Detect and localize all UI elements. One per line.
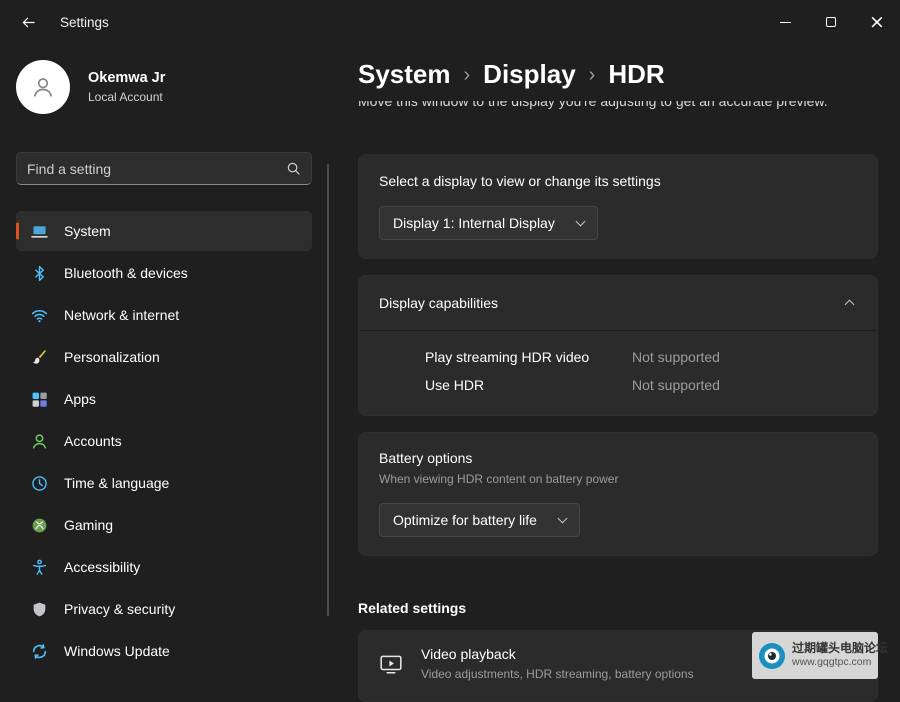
xbox-icon	[31, 517, 48, 534]
watermark-line1: 过期罐头电脑论坛	[792, 641, 888, 656]
bluetooth-icon	[31, 265, 48, 282]
shield-icon	[31, 601, 48, 618]
sidebar-item-accounts[interactable]: Accounts	[16, 421, 312, 461]
back-button[interactable]	[8, 5, 48, 39]
window-title: Settings	[60, 15, 109, 30]
sidebar-scrollbar[interactable]	[327, 164, 329, 616]
battery-options-title: Battery options	[379, 450, 857, 466]
sidebar-item-label: Accessibility	[64, 559, 140, 575]
sidebar-item-accessibility[interactable]: Accessibility	[16, 547, 312, 587]
display-capabilities-title: Display capabilities	[379, 295, 498, 311]
battery-options-card: Battery options When viewing HDR content…	[358, 432, 878, 556]
chevron-up-icon	[845, 300, 855, 310]
clock-icon	[31, 475, 48, 492]
display-capabilities-card: Display capabilities Play streaming HDR …	[358, 275, 878, 416]
sidebar: Okemwa Jr Local Account System Bluetooth…	[0, 44, 330, 694]
search-box	[16, 152, 312, 185]
sidebar-item-label: Gaming	[64, 517, 113, 533]
update-arrows-icon	[31, 643, 48, 660]
brush-icon	[31, 349, 48, 366]
battery-options-subtitle: When viewing HDR content on battery powe…	[379, 472, 857, 486]
sidebar-item-windows-update[interactable]: Windows Update	[16, 631, 312, 671]
sidebar-item-gaming[interactable]: Gaming	[16, 505, 312, 545]
display-select-card: Select a display to view or change its s…	[358, 154, 878, 259]
sidebar-item-label: Privacy & security	[64, 601, 175, 617]
capability-row: Use HDR Not supported	[379, 371, 857, 399]
maximize-button[interactable]	[808, 0, 854, 44]
capability-value: Not supported	[632, 343, 720, 371]
capability-label: Play streaming HDR video	[425, 343, 632, 371]
video-playback-icon	[379, 652, 403, 676]
close-button[interactable]: ×	[854, 0, 900, 44]
back-arrow-icon	[21, 15, 36, 30]
sidebar-item-label: Accounts	[64, 433, 122, 449]
breadcrumb-display[interactable]: Display	[483, 59, 576, 89]
video-playback-title: Video playback	[421, 646, 694, 662]
sidebar-item-time-language[interactable]: Time & language	[16, 463, 312, 503]
sidebar-item-label: Personalization	[64, 349, 160, 365]
user-profile: Okemwa Jr Local Account	[16, 60, 330, 114]
user-name: Okemwa Jr	[88, 70, 165, 86]
sidebar-item-personalization[interactable]: Personalization	[16, 337, 312, 377]
display-select-dropdown[interactable]: Display 1: Internal Display	[379, 206, 598, 240]
maximize-icon	[826, 17, 836, 27]
breadcrumb-separator: ›	[464, 58, 471, 90]
minimize-button[interactable]	[762, 0, 808, 44]
breadcrumb-separator: ›	[589, 58, 596, 90]
watermark-line2: www.gqgtpc.com	[792, 656, 888, 669]
related-settings-heading: Related settings	[358, 600, 878, 616]
search-input[interactable]	[27, 161, 286, 177]
sidebar-item-label: System	[64, 223, 111, 239]
sidebar-item-network-internet[interactable]: Network & internet	[16, 295, 312, 335]
sidebar-item-label: Time & language	[64, 475, 169, 491]
watermark: 过期罐头电脑论坛 www.gqgtpc.com	[752, 632, 878, 679]
display-select-label: Select a display to view or change its s…	[379, 173, 857, 189]
preview-note-clipped: Move this window to the display you're a…	[358, 101, 878, 141]
breadcrumb-current-hdr: HDR	[608, 59, 664, 89]
sidebar-item-privacy-security[interactable]: Privacy & security	[16, 589, 312, 629]
display-capabilities-header[interactable]: Display capabilities	[359, 276, 877, 330]
system-icon	[31, 223, 48, 240]
breadcrumb-system[interactable]: System	[358, 59, 451, 89]
accessibility-person-icon	[31, 559, 48, 576]
watermark-text: 过期罐头电脑论坛 www.gqgtpc.com	[792, 641, 888, 669]
person-icon	[31, 433, 48, 450]
apps-grid-icon	[31, 391, 48, 408]
sidebar-item-label: Apps	[64, 391, 96, 407]
chevron-down-icon	[557, 514, 567, 524]
sidebar-item-label: Bluetooth & devices	[64, 265, 188, 281]
sidebar-item-apps[interactable]: Apps	[16, 379, 312, 419]
minimize-icon	[780, 22, 791, 23]
search-icon[interactable]	[286, 161, 301, 176]
main-content: System › Display › HDR Move this window …	[358, 44, 878, 694]
sidebar-item-system[interactable]: System	[16, 211, 312, 251]
titlebar: Settings ×	[0, 0, 900, 44]
battery-options-value: Optimize for battery life	[393, 512, 537, 528]
capability-row: Play streaming HDR video Not supported	[379, 343, 857, 371]
avatar	[16, 60, 70, 114]
breadcrumb: System › Display › HDR	[358, 58, 878, 90]
video-playback-subtitle: Video adjustments, HDR streaming, batter…	[421, 667, 694, 681]
sidebar-item-label: Windows Update	[64, 643, 170, 659]
sidebar-item-label: Network & internet	[64, 307, 179, 323]
capability-value: Not supported	[632, 371, 720, 399]
sidebar-nav: System Bluetooth & devices Network & int…	[0, 211, 330, 671]
chevron-down-icon	[575, 217, 585, 227]
wifi-icon	[31, 307, 48, 324]
account-type: Local Account	[88, 90, 165, 104]
window-controls: ×	[762, 0, 900, 44]
display-capabilities-body: Play streaming HDR video Not supported U…	[359, 330, 877, 415]
capability-label: Use HDR	[425, 371, 632, 399]
preview-note-text: Move this window to the display you're a…	[358, 101, 840, 112]
display-select-value: Display 1: Internal Display	[393, 215, 555, 231]
watermark-logo-icon	[758, 642, 786, 670]
battery-options-dropdown[interactable]: Optimize for battery life	[379, 503, 580, 537]
close-icon: ×	[869, 13, 885, 32]
sidebar-item-bluetooth-devices[interactable]: Bluetooth & devices	[16, 253, 312, 293]
